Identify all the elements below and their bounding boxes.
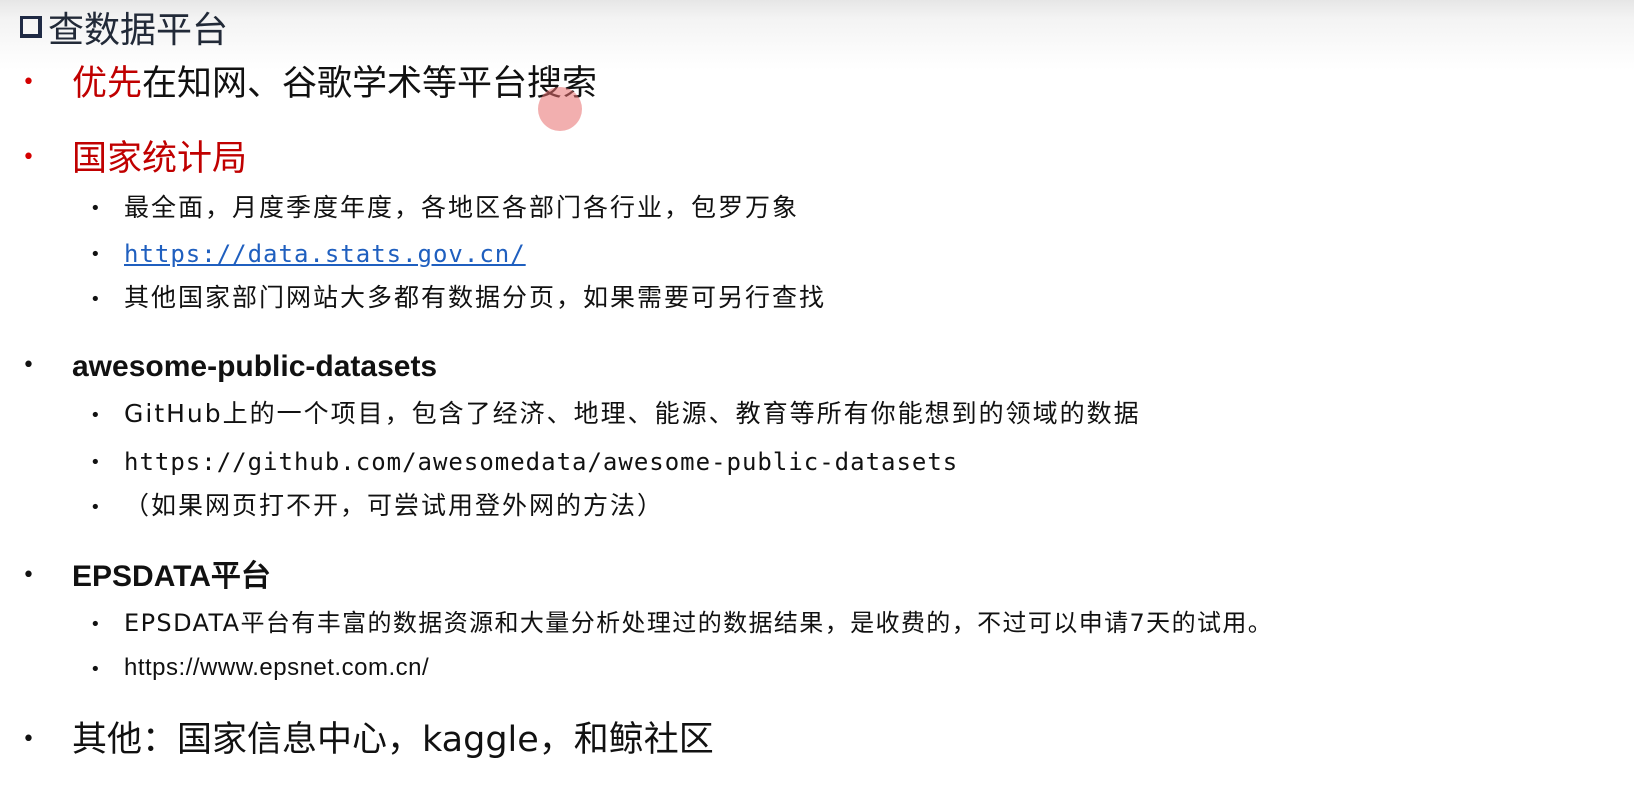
- sub-bullet-dot: •: [90, 244, 101, 265]
- sub-bullet-dot: •: [90, 198, 101, 219]
- sub-item-text: 其他国家部门网站大多都有数据分页，如果需要可另行查找: [124, 283, 827, 312]
- sub-bullet-dot: •: [90, 497, 101, 518]
- bullet-dot: •: [22, 353, 35, 378]
- item-priority: 优先在知网、谷歌学术等平台搜索: [72, 62, 597, 106]
- sub-bullet-dot: •: [90, 405, 101, 426]
- sub-item-text: EPSDATA平台有丰富的数据资源和大量分析处理过的数据结果，是收费的，不过可以…: [124, 609, 1274, 637]
- sub-bullet-dot: •: [90, 289, 101, 310]
- bullet-dot: •: [22, 145, 35, 170]
- pointer-highlight: [538, 87, 582, 131]
- stats-gov-link[interactable]: https://data.stats.gov.cn/: [124, 237, 526, 271]
- item-heading-awesome-datasets: awesome-public-datasets: [72, 350, 438, 383]
- sub-bullet-dot: •: [90, 659, 101, 680]
- sub-bullet-dot: •: [90, 452, 101, 473]
- checkbox-icon: [20, 16, 42, 38]
- sub-bullet-dot: •: [90, 614, 101, 635]
- item-priority-prefix: 优先: [72, 64, 143, 104]
- github-link[interactable]: https://github.com/awesomedata/awesome-p…: [124, 445, 958, 479]
- epsnet-link[interactable]: https://www.epsnet.com.cn/: [124, 651, 429, 685]
- item-heading-others: 其他：国家信息中心，kaggle，和鲸社区: [72, 720, 714, 760]
- sub-item-text: GitHub上的一个项目，包含了经济、地理、能源、教育等所有你能想到的领域的数据: [124, 399, 1141, 428]
- item-heading-epsdata: EPSDATA平台: [72, 560, 271, 593]
- bullet-dot: •: [22, 70, 35, 95]
- slide: 查数据平台 • 优先在知网、谷歌学术等平台搜索 • 国家统计局 • 最全面，月度…: [0, 0, 1634, 801]
- slide-title: 查数据平台: [20, 4, 229, 51]
- bullet-dot: •: [22, 727, 35, 752]
- item-heading-stats-bureau: 国家统计局: [72, 139, 248, 179]
- slide-title-text: 查数据平台: [48, 10, 229, 51]
- item-priority-text: 在知网、谷歌学术等平台搜索: [142, 64, 598, 104]
- sub-item-text: 最全面，月度季度年度，各地区各部门各行业，包罗万象: [124, 193, 800, 222]
- bullet-dot: •: [22, 563, 35, 588]
- sub-item-text: （如果网页打不开，可尝试用登外网的方法）: [124, 491, 665, 520]
